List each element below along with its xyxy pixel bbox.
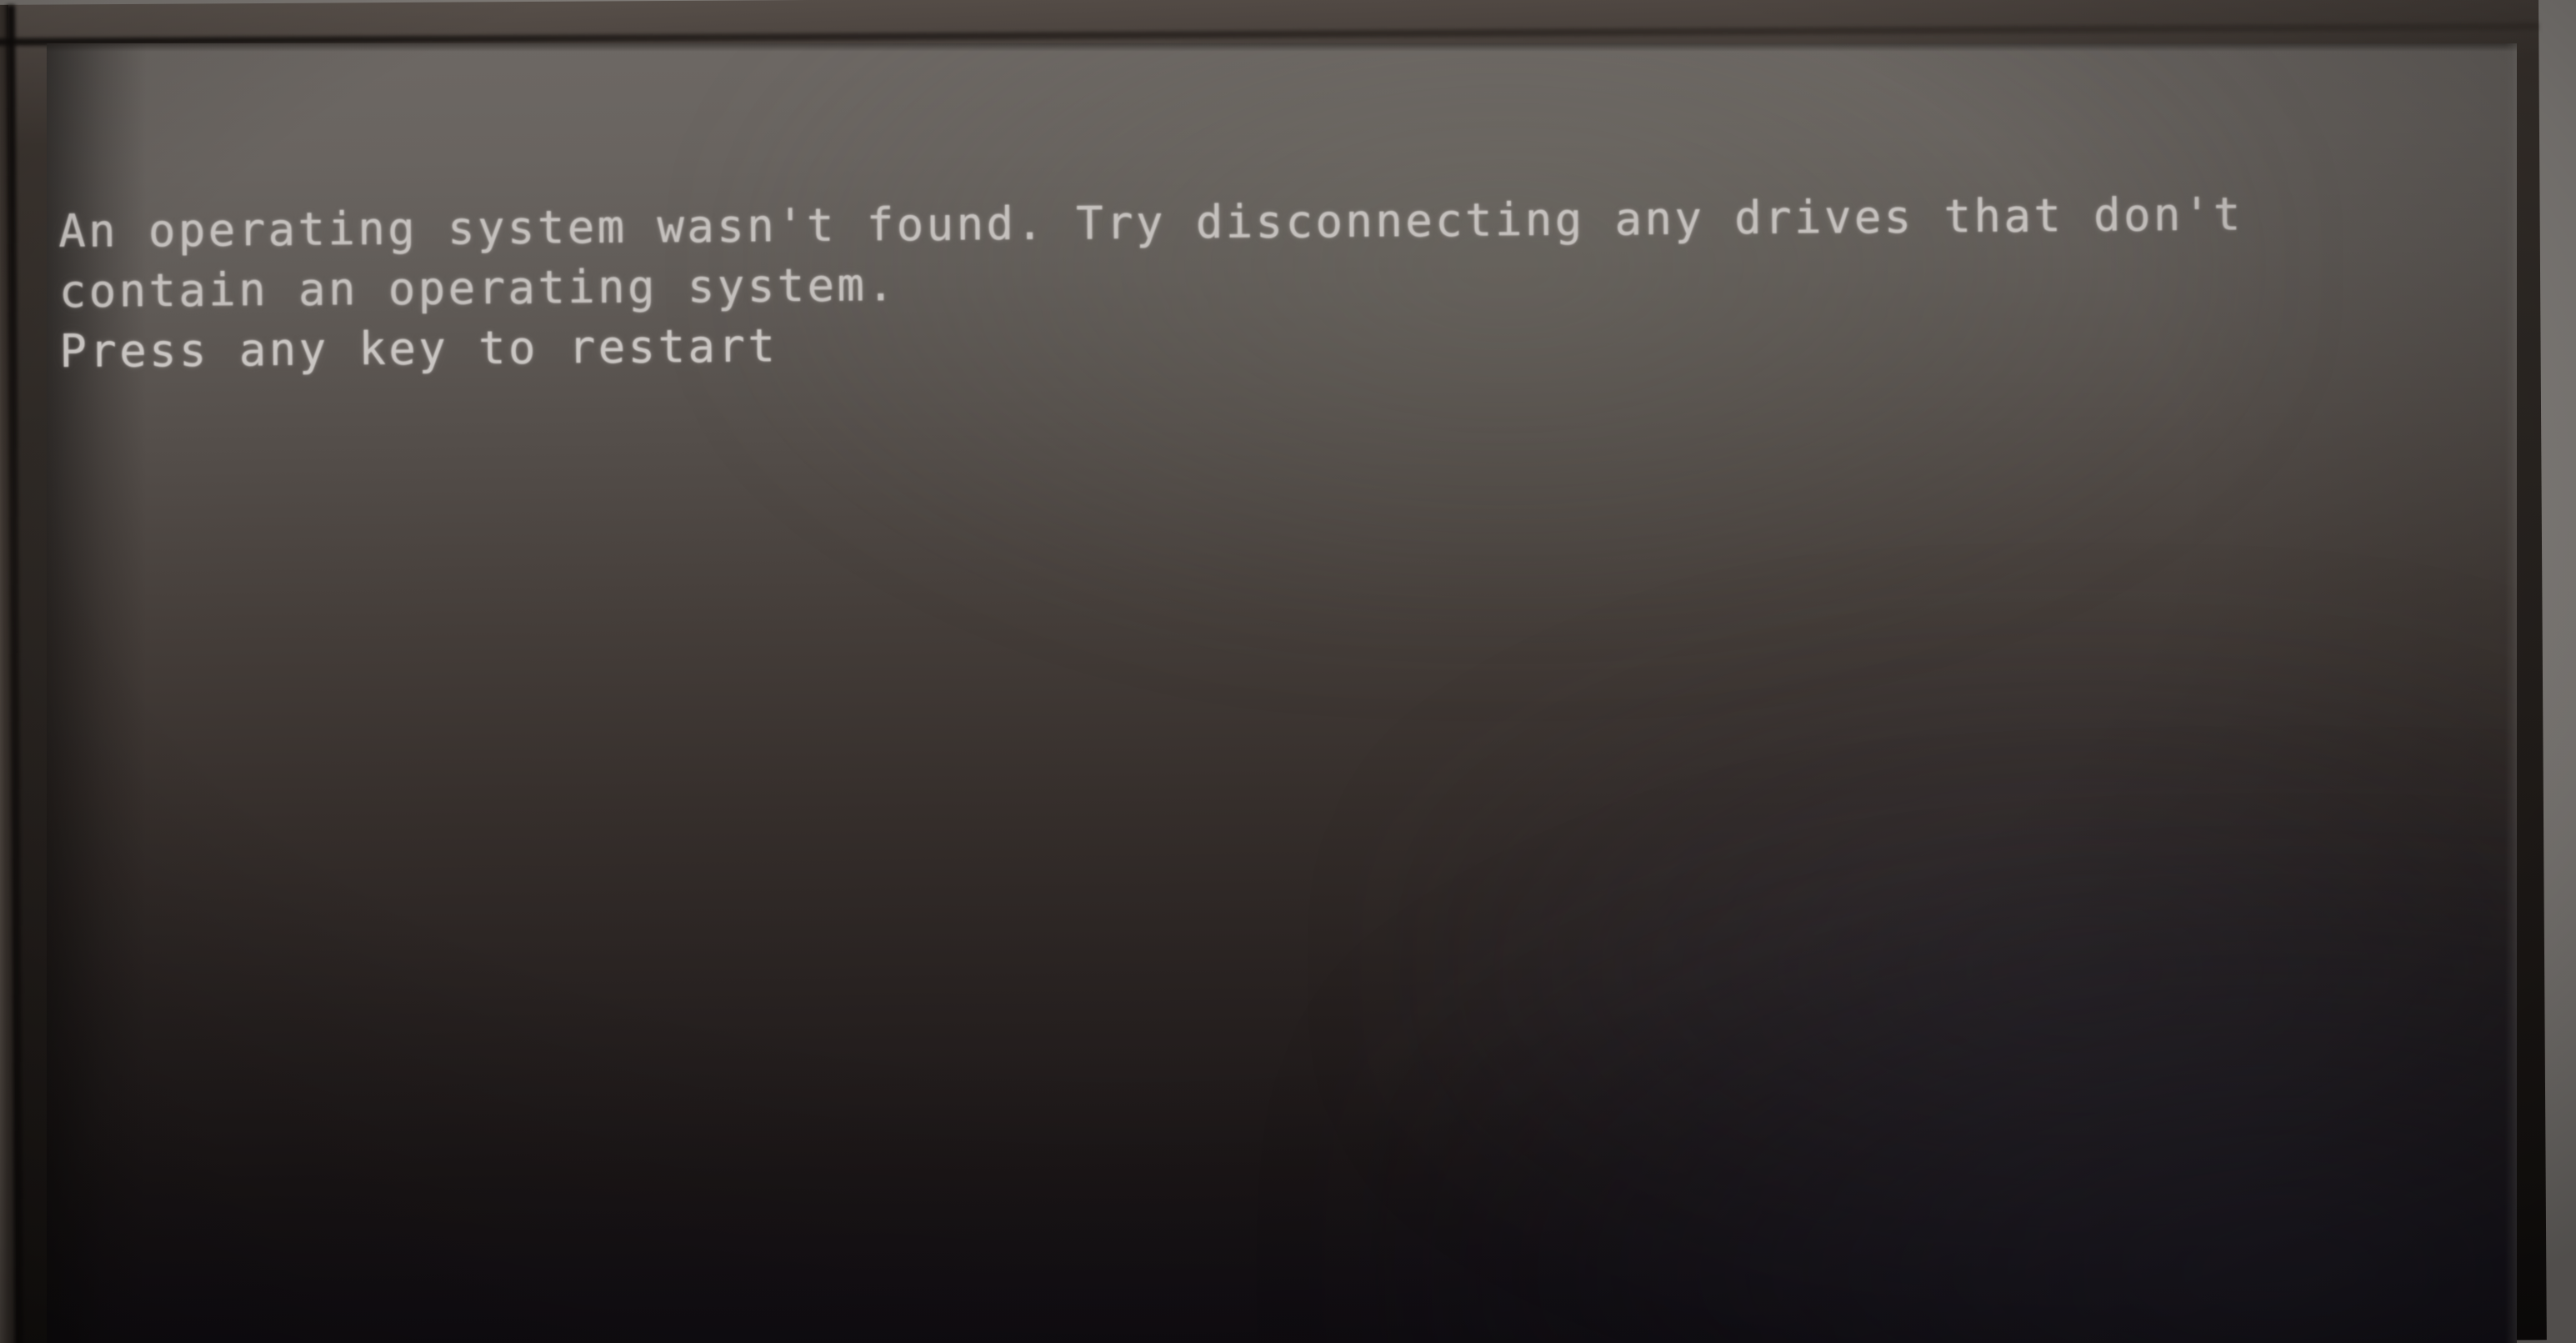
screen-top-shadow — [47, 43, 2517, 52]
bezel-top-seam — [0, 23, 2539, 46]
monitor-photograph: An operating system wasn't found. Try di… — [0, 0, 2576, 1343]
screen-cool-cast — [1380, 852, 2517, 1343]
monitor-screen[interactable]: An operating system wasn't found. Try di… — [47, 43, 2517, 1343]
boot-error-message: An operating system wasn't found. Try di… — [58, 183, 2477, 382]
screen-right-edge-highlight — [2505, 43, 2517, 1343]
